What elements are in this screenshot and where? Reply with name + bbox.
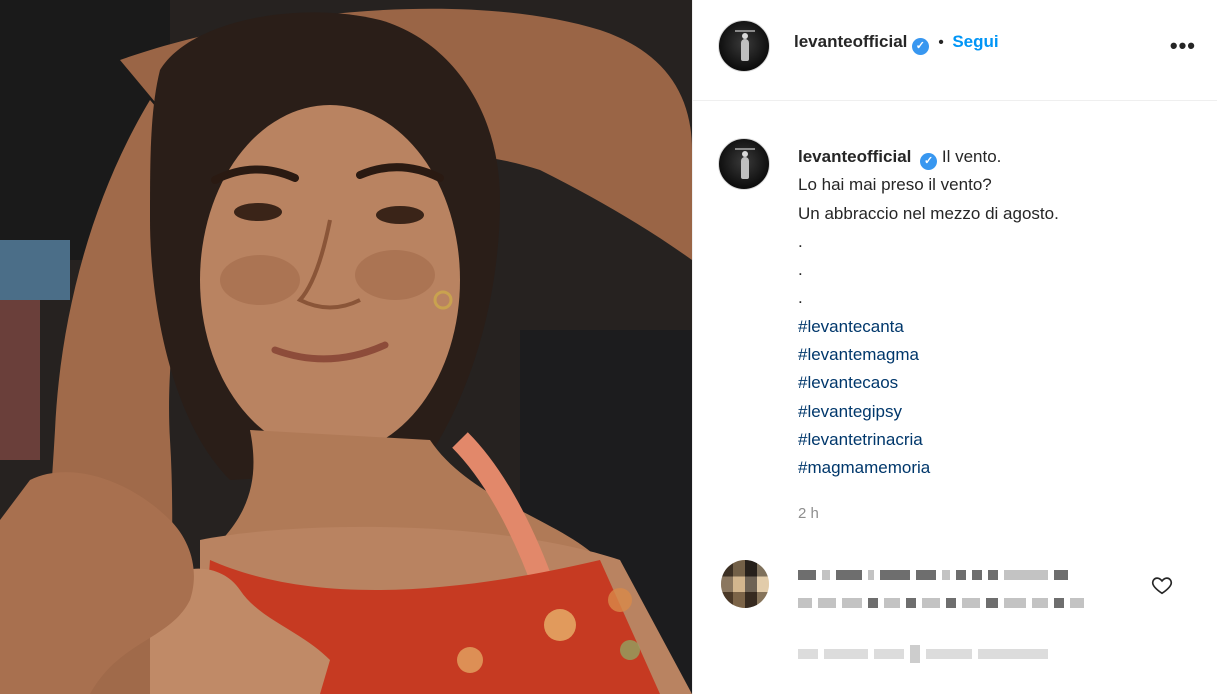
header-user-line: levanteofficial ✓ • Segui: [794, 32, 999, 55]
verified-badge-icon: ✓: [911, 38, 929, 55]
caption-text-line: .: [798, 288, 803, 308]
header-username[interactable]: levanteofficial: [794, 32, 907, 51]
post-details-panel: levanteofficial ✓ • Segui ••• levanteoff…: [692, 0, 1217, 694]
post-timestamp[interactable]: 2 h: [798, 505, 819, 522]
blurred-comment-meta: [798, 645, 1048, 663]
hashtag-link[interactable]: #levantetrinacria: [798, 426, 1198, 454]
separator-dot: •: [938, 34, 944, 51]
profile-avatar[interactable]: [718, 20, 770, 72]
blurred-comment-text: [798, 568, 1068, 582]
caption-text-line: Lo hai mai preso il vento?: [798, 175, 992, 195]
more-options-icon[interactable]: •••: [1170, 33, 1196, 59]
caption-first-line: levanteofficial ✓ Il vento.: [798, 143, 1198, 171]
caption-text-line: .: [798, 260, 803, 280]
caption-text-line: Un abbraccio nel mezzo di agosto.: [798, 203, 1059, 223]
commenter-avatar[interactable]: [721, 560, 769, 608]
caption-text-line: .: [798, 231, 803, 251]
caption-text-line: Il vento.: [941, 147, 1002, 166]
post-photo[interactable]: [0, 0, 692, 694]
caption-username[interactable]: levanteofficial: [798, 147, 911, 166]
hashtag-link[interactable]: #levantegipsy: [798, 398, 1198, 426]
hashtag-link[interactable]: #levantecanta: [798, 313, 1198, 341]
follow-button[interactable]: Segui: [952, 32, 998, 51]
blurred-comment-text: [798, 596, 1084, 610]
verified-badge-icon: ✓: [920, 153, 938, 170]
post-caption: levanteofficial ✓ Il vento. Lo hai mai p…: [798, 143, 1198, 483]
heart-icon[interactable]: [1151, 574, 1173, 596]
caption-avatar[interactable]: [718, 138, 770, 190]
hashtag-link[interactable]: #levantemagma: [798, 341, 1198, 369]
hashtag-link[interactable]: #magmamemoria: [798, 454, 1198, 482]
post-header: levanteofficial ✓ • Segui •••: [693, 0, 1217, 101]
photo-illustration: [0, 0, 692, 694]
hashtag-link[interactable]: #levantecaos: [798, 369, 1198, 397]
